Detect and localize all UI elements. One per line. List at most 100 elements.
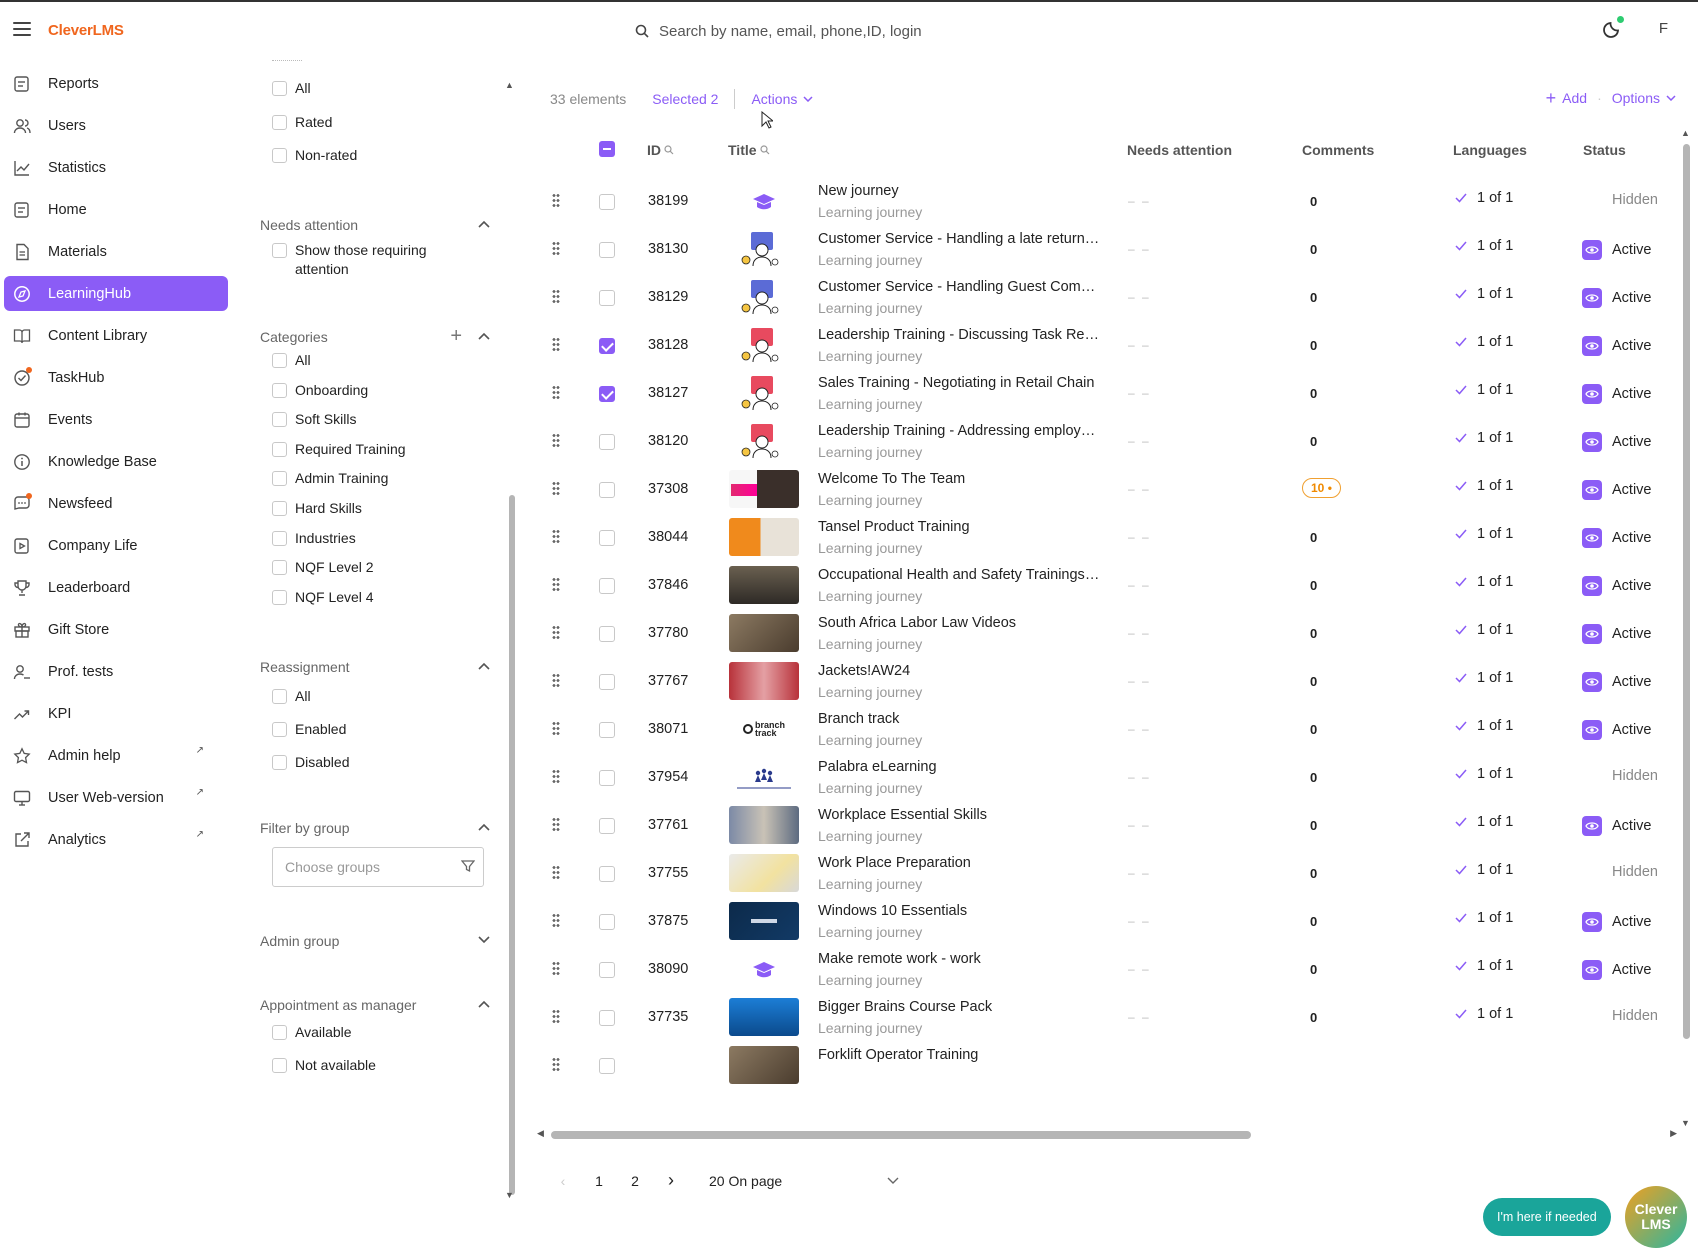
chat-logo[interactable]: Clever LMS xyxy=(1625,1186,1687,1248)
row-checkbox[interactable] xyxy=(599,434,615,450)
filter-option[interactable]: Non-rated xyxy=(260,141,490,175)
table-row[interactable]: 38128 Leadership Training - Discussing Ta… xyxy=(540,320,1668,372)
filter-option[interactable]: Enabled xyxy=(260,715,490,748)
chevron-up-icon[interactable] xyxy=(478,996,490,1011)
checkbox[interactable] xyxy=(272,412,287,428)
needs-attention-option[interactable]: Show those requiring attention xyxy=(260,236,490,286)
group-filter-header[interactable]: Filter by group xyxy=(260,817,490,839)
filter-option[interactable]: Disabled xyxy=(260,748,490,781)
row-checkbox[interactable] xyxy=(599,722,615,738)
column-languages[interactable]: Languages xyxy=(1453,142,1527,158)
table-row[interactable]: 38071 branch track Branch track Learning jou… xyxy=(540,704,1668,756)
filter-option[interactable]: All xyxy=(260,682,490,715)
row-title[interactable]: Customer Service - Handling Guest Compla… xyxy=(818,279,1103,295)
table-row[interactable]: 37761 Workplace Essential Skills Learning … xyxy=(540,800,1668,852)
row-title[interactable]: Sales Training - Negotiating in Retail C… xyxy=(818,375,1103,391)
column-needs-attention[interactable]: Needs attention xyxy=(1127,142,1232,158)
sidebar-item-admin-help[interactable]: Admin help ↗ xyxy=(0,735,230,777)
filter-scrollbar[interactable]: ▲ ▼ xyxy=(505,80,517,1200)
filter-option[interactable]: Rated xyxy=(260,108,490,142)
thumbnail-image[interactable] xyxy=(729,374,799,412)
row-title[interactable]: Occupational Health and Safety Trainings… xyxy=(818,567,1103,583)
filter-option[interactable]: Required Training xyxy=(260,435,490,465)
chevron-up-icon[interactable] xyxy=(478,658,490,673)
row-title[interactable]: Leadership Training - Addressing employe… xyxy=(818,423,1103,439)
categories-header[interactable]: Categories + xyxy=(260,325,490,348)
row-title[interactable]: Make remote work - work xyxy=(818,951,1103,967)
sidebar-item-home[interactable]: Home xyxy=(0,189,230,231)
sidebar-item-company-life[interactable]: Company Life xyxy=(0,525,230,567)
search-icon[interactable] xyxy=(759,145,770,155)
filter-option[interactable]: Hard Skills xyxy=(260,494,490,524)
column-title[interactable]: Title xyxy=(728,142,770,158)
table-row[interactable]: Forklift Operator Training xyxy=(540,1040,1668,1092)
table-row[interactable]: 38127 Sales Training - Negotiating in Ret… xyxy=(540,368,1668,420)
sidebar-item-taskhub[interactable]: TaskHub xyxy=(0,357,230,399)
sidebar-item-users[interactable]: Users xyxy=(0,105,230,147)
thumbnail-image[interactable] xyxy=(729,566,799,604)
scroll-up-icon[interactable]: ▲ xyxy=(1681,128,1690,138)
drag-handle-icon[interactable] xyxy=(552,818,560,834)
sidebar-item-prof-tests[interactable]: Prof. tests xyxy=(0,651,230,693)
sidebar-item-gift-store[interactable]: Gift Store xyxy=(0,609,230,651)
checkbox[interactable] xyxy=(272,1025,287,1040)
sidebar-item-statistics[interactable]: Statistics xyxy=(0,147,230,189)
checkbox[interactable] xyxy=(272,353,287,368)
status-badge[interactable]: Active xyxy=(1582,816,1652,836)
thumbnail-image[interactable] xyxy=(729,950,799,988)
selected-count[interactable]: Selected 2 xyxy=(652,91,718,107)
table-row[interactable]: 37954 Palabra eLearning Learning journey – … xyxy=(540,752,1668,804)
row-title[interactable]: Welcome To The Team xyxy=(818,471,1103,487)
filter-option[interactable]: All xyxy=(260,346,490,376)
status-badge[interactable]: Active xyxy=(1582,672,1652,692)
drag-handle-icon[interactable] xyxy=(552,626,560,642)
search-bar[interactable]: Search by name, email, phone,ID, login xyxy=(635,20,922,42)
thumbnail-image[interactable] xyxy=(729,230,799,268)
table-row[interactable]: 38120 Leadership Training - Addressing em… xyxy=(540,416,1668,468)
checkbox[interactable] xyxy=(272,530,287,546)
table-row[interactable]: 37735 Bigger Brains Course Pack Learning j… xyxy=(540,992,1668,1044)
needs-attention-header[interactable]: Needs attention xyxy=(260,214,490,236)
menu-icon[interactable] xyxy=(13,22,31,36)
chevron-up-icon[interactable] xyxy=(478,819,490,834)
drag-handle-icon[interactable] xyxy=(552,722,560,738)
reassignment-header[interactable]: Reassignment xyxy=(260,656,490,678)
table-row[interactable]: 37767 Jackets!AW24 Learning journey – – 0 1 o… xyxy=(540,656,1668,708)
status-badge[interactable]: Hidden xyxy=(1612,192,1658,208)
row-title[interactable]: Windows 10 Essentials xyxy=(818,903,1103,919)
status-badge[interactable]: Hidden xyxy=(1612,768,1658,784)
actions-dropdown[interactable]: Actions xyxy=(751,91,813,107)
column-status[interactable]: Status xyxy=(1583,142,1626,158)
sidebar-item-events[interactable]: Events xyxy=(0,399,230,441)
status-badge[interactable]: Active xyxy=(1582,960,1652,980)
thumbnail-image[interactable] xyxy=(729,1046,799,1084)
filter-option[interactable]: NQF Level 2 xyxy=(260,553,490,583)
drag-handle-icon[interactable] xyxy=(552,386,560,402)
appointment-header[interactable]: Appointment as manager xyxy=(260,994,490,1016)
drag-handle-icon[interactable] xyxy=(552,962,560,978)
row-checkbox[interactable] xyxy=(599,626,615,642)
thumbnail-image[interactable] xyxy=(729,806,799,844)
scrollbar-thumb[interactable] xyxy=(509,495,515,1195)
scroll-down-icon[interactable]: ▼ xyxy=(505,1190,514,1200)
table-row[interactable]: 37780 South Africa Labor Law Videos Learni… xyxy=(540,608,1668,660)
checkbox[interactable] xyxy=(272,589,287,605)
drag-handle-icon[interactable] xyxy=(552,338,560,354)
sidebar-item-kpi[interactable]: KPI xyxy=(0,693,230,735)
column-id[interactable]: ID xyxy=(647,142,674,158)
table-row[interactable]: 37755 Work Place Preparation Learning jour… xyxy=(540,848,1668,900)
filter-option[interactable]: Soft Skills xyxy=(260,405,490,435)
drag-handle-icon[interactable] xyxy=(552,578,560,594)
scrollbar-thumb[interactable] xyxy=(551,1131,1251,1139)
row-checkbox[interactable] xyxy=(599,482,615,498)
checkbox[interactable] xyxy=(272,81,287,96)
row-checkbox[interactable] xyxy=(599,674,615,690)
row-checkbox[interactable] xyxy=(599,1010,615,1026)
horizontal-scrollbar[interactable]: ◀ ▶ xyxy=(537,1128,1677,1142)
drag-handle-icon[interactable] xyxy=(552,434,560,450)
add-button[interactable]: + Add xyxy=(1546,89,1587,107)
column-comments[interactable]: Comments xyxy=(1302,142,1374,158)
checkbox[interactable] xyxy=(272,722,287,737)
options-dropdown[interactable]: Options xyxy=(1612,90,1676,106)
row-title[interactable]: Palabra eLearning xyxy=(818,759,1103,775)
